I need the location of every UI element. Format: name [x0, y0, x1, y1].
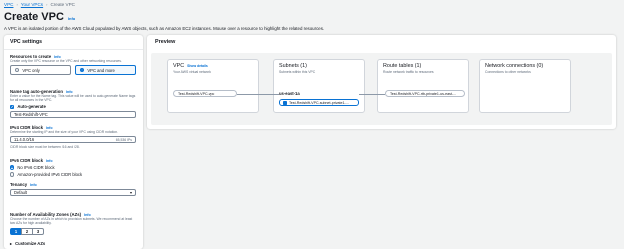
option-vpc-and-more[interactable]: VPC and more: [75, 65, 136, 76]
preview-subnets-sub: Subnets within this VPC: [279, 70, 316, 74]
preview-panel: Preview VPC Show details Your AWS virtua…: [147, 35, 616, 129]
tenancy-field: Tenancy Info Default ▾: [10, 182, 136, 196]
ipv6-field: IPv6 CIDR block Info No IPv6 CIDR block …: [10, 158, 82, 177]
connector-line: [237, 94, 279, 95]
ipv4-ip-count: 65,536 IPs: [115, 137, 132, 142]
preview-network-sub: Connections to other networks: [485, 70, 531, 74]
preview-network-title: Network connections (0): [485, 63, 544, 69]
name-tag-field: Name tag auto-generation Info Enter a va…: [10, 89, 136, 119]
azs-field: Number of Availability Zones (AZs) Info …: [10, 212, 136, 236]
az-option-3[interactable]: 3: [32, 228, 44, 236]
ipv6-option-none[interactable]: No IPv6 CIDR block: [10, 165, 82, 170]
preview-subnets-title: Subnets (1): [279, 63, 307, 69]
name-tag-hint: Enter a value for the Name tag. This val…: [10, 94, 136, 103]
ipv6-label-row: IPv6 CIDR block Info: [10, 158, 82, 163]
option-vpc-and-more-label: VPC and more: [87, 67, 115, 73]
auto-generate-label: Auto-generate: [17, 104, 46, 110]
breadcrumb-separator: ›: [16, 2, 18, 7]
ipv4-constraint: CIDR block size must be between /16 and …: [10, 145, 80, 150]
auto-generate-checkbox[interactable]: ✓ Auto-generate: [10, 104, 136, 109]
preview-vpc-sub: Your AWS virtual network: [173, 70, 212, 74]
tenancy-info-link[interactable]: Info: [30, 183, 37, 187]
vpc-settings-header: VPC settings: [4, 35, 143, 50]
breadcrumb-separator: ›: [46, 2, 48, 7]
azs-hint: Choose the number of AZs in which to pro…: [10, 217, 133, 226]
tenancy-label-row: Tenancy Info: [10, 182, 136, 187]
option-vpc-only[interactable]: VPC only: [10, 65, 71, 76]
breadcrumb-vpc[interactable]: VPC: [4, 2, 13, 7]
radio-selected-icon: [10, 165, 15, 170]
ipv6-label: IPv6 CIDR block: [10, 158, 43, 163]
preview-diagram: VPC Show details Your AWS virtual networ…: [151, 53, 612, 125]
resources-field: Resources to create Info Create only the…: [10, 54, 136, 76]
caret-down-icon: ▾: [129, 190, 132, 195]
preview-route-tables-sub: Route network traffic to resources: [383, 70, 434, 74]
breadcrumb-current: Create VPC: [50, 2, 75, 7]
preview-zone-label: us-east-1a: [279, 91, 300, 96]
breadcrumb: VPC › Your VPCs › Create VPC: [4, 2, 75, 7]
preview-subnet-item[interactable]: Test-Redshift-VPC-subnet-private1-...: [279, 99, 359, 106]
radio-icon: [15, 68, 20, 73]
preview-route-table-item[interactable]: Test-Redshift-VPC-rtb-private1-us-east-.…: [385, 90, 465, 97]
customize-azs-row: ▸ Customize AZs: [10, 241, 45, 246]
tenancy-select[interactable]: Default ▾: [10, 189, 136, 196]
caret-right-icon: ▸: [10, 241, 13, 246]
ipv4-value: 11.4.0.0/16: [14, 137, 35, 143]
tenancy-label: Tenancy: [10, 182, 28, 187]
resources-choices: VPC only VPC and more: [10, 65, 136, 76]
preview-route-tables-title: Route tables (1): [383, 63, 422, 69]
connector-line: [359, 94, 385, 95]
preview-network-box: Network connections (0) Connections to o…: [479, 59, 571, 113]
tenancy-value: Default: [14, 190, 27, 195]
vpc-settings-panel: VPC settings Resources to create Info Cr…: [4, 35, 143, 249]
name-tag-value: Test-Redshift-VPC: [14, 112, 48, 118]
radio-icon: [10, 172, 15, 177]
page-title-row: Create VPC Info: [4, 11, 75, 23]
page-info-link[interactable]: Info: [68, 16, 75, 21]
breadcrumb-your-vpcs[interactable]: Your VPCs: [21, 2, 43, 7]
radio-selected-icon: [80, 68, 85, 73]
ipv6-option-amazon-label: Amazon-provided IPv6 CIDR block: [17, 172, 83, 177]
option-vpc-only-label: VPC only: [22, 67, 40, 73]
customize-azs-expander[interactable]: ▸ Customize AZs: [10, 241, 45, 246]
page-description: A VPC is an isolated portion of the AWS …: [4, 26, 325, 31]
customize-azs-label: Customize AZs: [15, 241, 46, 246]
preview-title: Preview: [155, 39, 176, 45]
ipv6-option-amazon[interactable]: Amazon-provided IPv6 CIDR block: [10, 172, 82, 177]
ipv4-cidr-input[interactable]: 11.4.0.0/16 65,536 IPs: [10, 136, 136, 144]
ipv6-info-link[interactable]: Info: [46, 159, 53, 163]
preview-subnet-label: Test-Redshift-VPC-subnet-private1-...: [289, 100, 349, 105]
ipv4-field: IPv4 CIDR block Info Determine the start…: [10, 125, 136, 149]
checkbox-checked-icon: ✓: [10, 104, 15, 110]
azs-segmented-control: 1 2 3: [10, 228, 136, 236]
subnet-icon: [283, 100, 287, 105]
ipv4-hint: Determine the starting IP and the size o…: [10, 130, 119, 134]
preview-vpc-item[interactable]: Test-Redshift-VPC-vpc: [173, 90, 237, 97]
preview-vpc-title-row: VPC Show details: [173, 63, 253, 69]
ipv6-option-none-label: No IPv6 CIDR block: [17, 165, 55, 170]
name-tag-input[interactable]: Test-Redshift-VPC: [10, 111, 136, 119]
preview-vpc-box: VPC Show details Your AWS virtual networ…: [167, 59, 259, 113]
resources-hint: Create only the VPC resource or the VPC …: [10, 59, 122, 63]
preview-vpc-title: VPC: [173, 63, 185, 69]
page-title: Create VPC: [4, 11, 64, 23]
show-details-link[interactable]: Show details: [187, 64, 208, 68]
preview-route-tables-box: Route tables (1) Route network traffic t…: [377, 59, 469, 113]
